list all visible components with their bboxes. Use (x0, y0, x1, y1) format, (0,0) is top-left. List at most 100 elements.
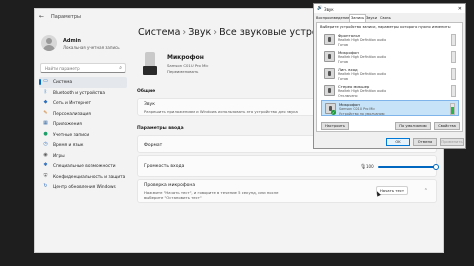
search-input[interactable]: Найти параметр ⌕ (40, 63, 126, 73)
sidebar-item-label: Bluetooth и устройства (53, 90, 105, 96)
close-icon[interactable]: ✕ (458, 6, 462, 12)
search-placeholder: Найти параметр (45, 66, 80, 71)
bluetooth-icon: ᛒ (43, 88, 47, 95)
device-item-status: Устройство по умолчанию (339, 111, 385, 116)
sidebar-item-label: Персонализация (53, 111, 91, 117)
wifi-icon: ◆ (43, 99, 48, 105)
breadcrumb-sound[interactable]: Звук (188, 27, 211, 38)
microphone-icon (139, 52, 161, 78)
recording-device-item[interactable]: ✓ Микрофон Samson C01U Pro Mic Устройство п… (321, 100, 459, 116)
shield-icon: ⛨ (43, 172, 48, 179)
input-volume-card: Громкость входа 🎙 100 (137, 155, 439, 177)
user-account-type: Локальная учетная запись (63, 45, 120, 50)
speaker-icon: 🔊 (317, 6, 323, 11)
start-test-button[interactable]: Начать тест (376, 186, 408, 195)
chevron-up-icon[interactable]: ⌃ (424, 188, 428, 194)
slider-thumb[interactable] (433, 164, 439, 170)
sidebar-item-label: Конфиденциальность и защита (53, 174, 126, 180)
rename-link[interactable]: Переименовать (167, 69, 198, 74)
recording-device-item[interactable]: Стерео микшер Realtek High Definition aud… (321, 83, 459, 99)
gamepad-icon: ◉ (43, 151, 48, 158)
recording-device-item[interactable]: Лин. вход Realtek High Definition audio Го… (321, 66, 459, 82)
sidebar-item[interactable]: ▦ Приложения (39, 119, 127, 130)
device-item-driver: Realtek High Definition audio (338, 55, 387, 59)
device-item-status: Готов (338, 42, 348, 47)
microphone-device-icon (324, 51, 335, 62)
input-volume-value: 100 (366, 164, 374, 169)
sidebar-item-label: Время и язык (53, 143, 84, 148)
mic-test-subtitle-2: выберите "Остановить тест" (144, 195, 202, 200)
accessibility-icon: ✱ (43, 162, 48, 168)
sidebar-item-label: Специальные возможности (53, 164, 116, 169)
person-icon: ● (43, 130, 48, 137)
user-name: Admin (63, 38, 81, 44)
device-item-driver: Samson C01U Pro Mic (339, 107, 376, 111)
device-item-status: Готов (338, 59, 348, 64)
device-item-driver: Realtek High Definition audio (338, 38, 387, 42)
level-meter (451, 34, 456, 46)
microphone-device-icon (324, 85, 335, 96)
dialog-title: Звук (324, 6, 334, 12)
brush-icon: ✎ (43, 109, 48, 116)
sidebar-item[interactable]: ● Учетные записи (39, 130, 127, 141)
audio-allow-title: Звук (144, 102, 155, 107)
dialog-instruction: Выберите устройство записи, параметры ко… (320, 25, 452, 29)
sidebar-item[interactable]: ◷ Время и язык (39, 140, 127, 151)
device-item-driver: Realtek High Definition audio (338, 72, 387, 76)
sidebar-item[interactable]: ᛒ Bluetooth и устройства (39, 88, 127, 99)
input-volume-slider[interactable] (378, 164, 439, 170)
dialog-title-bar: 🔊 Звук ✕ (314, 4, 465, 13)
sidebar-item[interactable]: ✎ Персонализация (39, 109, 127, 120)
sidebar-item-label: Система (53, 80, 73, 85)
sidebar-item-label: Сеть и Интернет (53, 101, 92, 106)
device-name: Микрофон (167, 54, 204, 61)
clock-icon: ◷ (43, 141, 48, 147)
back-arrow-icon[interactable]: ← (39, 13, 44, 20)
set-default-button[interactable]: По умолчанию (395, 122, 431, 130)
nav-list: ▭ Система ᛒ Bluetooth и устройства ◆ Сеть и И… (39, 77, 127, 193)
sidebar: Admin Локальная учетная запись Найти пар… (35, 25, 131, 252)
breadcrumb-separator: › (213, 27, 218, 38)
mic-test-title: Проверка микрофона (144, 183, 196, 188)
sidebar-item[interactable]: ◉ Игры (39, 151, 127, 162)
monitor-icon: ▭ (43, 78, 48, 84)
sound-dialog: 🔊 Звук ✕ Воспроизведение Запись Звуки Связь… (313, 3, 466, 149)
recording-device-item[interactable]: Микрофон Realtek High Definition audio Гот… (321, 49, 459, 65)
level-meter-fill (451, 107, 454, 114)
dialog-tab[interactable]: Воспроизведение (316, 15, 350, 22)
sidebar-item[interactable]: ◆ Сеть и Интернет (39, 98, 127, 109)
recording-panel: Выберите устройство записи, параметры ко… (316, 22, 463, 132)
device-item-driver: Realtek High Definition audio (338, 89, 387, 93)
level-meter (451, 68, 456, 80)
format-title: Формат (144, 143, 163, 148)
sidebar-item-label: Учетные записи (53, 132, 90, 138)
sidebar-item[interactable]: ⛨ Конфиденциальность и защита (39, 172, 127, 183)
apply-button[interactable]: Применить (440, 138, 464, 146)
device-model: Samson C01U Pro Mic (167, 63, 209, 68)
section-input-heading: Параметры ввода (137, 126, 184, 131)
cancel-button[interactable]: Отмена (413, 138, 437, 146)
sidebar-item[interactable]: ▭ Система (39, 77, 127, 88)
search-icon: ⌕ (119, 65, 122, 71)
avatar (41, 35, 57, 51)
breadcrumb-system[interactable]: Система (138, 27, 180, 38)
recording-device-list: Фронтальн Realtek High Definition audio Го… (321, 32, 459, 116)
sidebar-item-label: Игры (53, 153, 65, 159)
dialog-tab[interactable]: Звуки (366, 15, 377, 22)
apps-icon: ▦ (43, 120, 48, 126)
sidebar-item[interactable]: ↻ Центр обновления Windows (39, 182, 127, 193)
input-volume-title: Громкость входа (144, 164, 185, 169)
dialog-tab[interactable]: Связь (380, 15, 391, 22)
breadcrumb-separator: › (182, 27, 187, 38)
properties-button[interactable]: Свойства (434, 122, 460, 130)
device-item-status: Отключено (338, 93, 358, 98)
update-icon: ↻ (43, 183, 48, 189)
configure-button[interactable]: Настроить (321, 122, 349, 130)
ok-button[interactable]: OK (386, 138, 410, 146)
level-meter (450, 103, 455, 115)
sidebar-item[interactable]: ✱ Специальные возможности (39, 161, 127, 172)
sidebar-item-label: Центр обновления Windows (53, 185, 116, 190)
microphone-device-icon (324, 34, 335, 45)
sidebar-item-label: Приложения (53, 122, 82, 127)
recording-device-item[interactable]: Фронтальн Realtek High Definition audio Го… (321, 32, 459, 48)
